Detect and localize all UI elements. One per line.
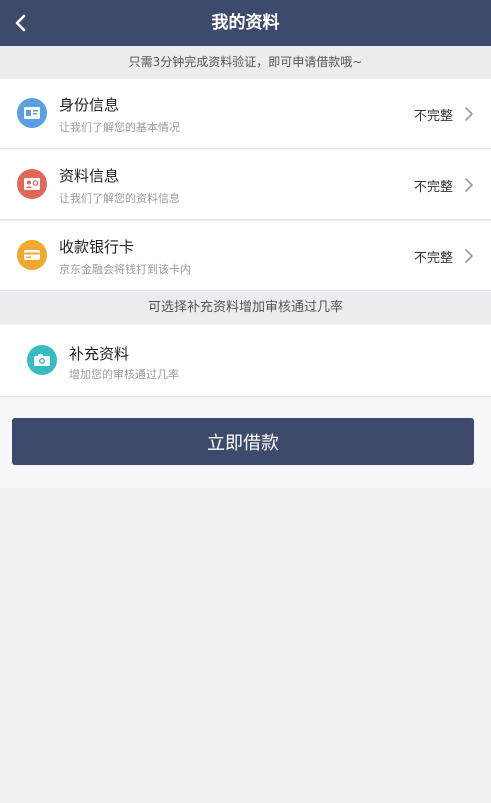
item-bank-card[interactable]: 收款银行卡 京东金融会将钱打到该卡内 不完整 (0, 221, 491, 291)
status-text: 不完整 (413, 180, 453, 195)
item-description: 京东金融会将钱打到该卡内 (59, 263, 191, 276)
status-text: 不完整 (413, 251, 453, 266)
chevron-right-icon (465, 178, 473, 192)
bank-card-icon (17, 240, 47, 270)
item-description: 增加您的审核通过几率 (69, 368, 179, 381)
header-bar: 我的资料 (0, 0, 491, 46)
item-name: 补充资料 (69, 345, 130, 363)
item-profile-info[interactable]: 资料信息 让我们了解您的资料信息 不完整 (0, 150, 491, 220)
borrow-now-button[interactable]: 立即借款 (12, 418, 474, 465)
button-area: 立即借款 (0, 398, 491, 488)
notice-text: 只需3分钟完成资料验证，即可申请借款哦~ (0, 46, 491, 78)
page-title: 我的资料 (211, 13, 280, 33)
status-text: 不完整 (413, 109, 453, 124)
profile-card-icon (17, 169, 47, 199)
item-name: 身份信息 (59, 96, 120, 114)
item-description: 让我们了解您的基本情况 (59, 121, 180, 134)
item-identity-info[interactable]: 身份信息 让我们了解您的基本情况 不完整 (0, 79, 491, 149)
chevron-right-icon (465, 249, 473, 263)
item-name: 收款银行卡 (59, 238, 135, 256)
item-description: 让我们了解您的资料信息 (59, 192, 180, 205)
section-label: 可选择补充资料增加审核通过几率 (0, 292, 491, 324)
chevron-right-icon (465, 107, 473, 121)
item-supplementary-info[interactable]: 补充资料 增加您的审核通过几率 (0, 325, 491, 397)
id-card-icon (17, 98, 47, 128)
item-name: 资料信息 (59, 167, 120, 185)
camera-icon (27, 345, 57, 375)
